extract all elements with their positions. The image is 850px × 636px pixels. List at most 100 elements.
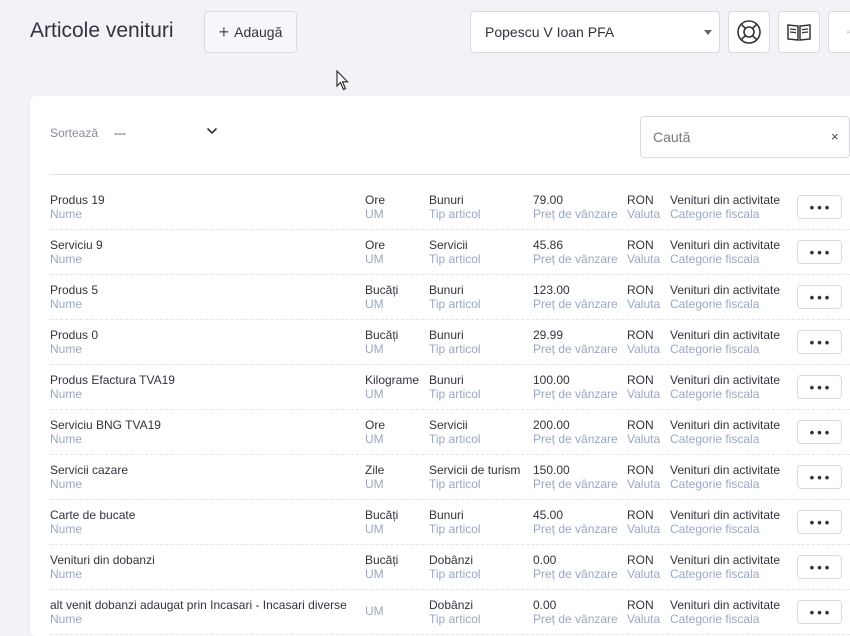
name-label: Nume <box>50 612 83 626</box>
chevron-down-icon[interactable] <box>206 127 218 135</box>
um-cell: UM <box>365 604 384 618</box>
category-label: Categorie fiscala <box>670 207 760 221</box>
guide-button[interactable] <box>778 11 820 53</box>
clear-search-icon[interactable]: × <box>831 129 839 144</box>
category-label: Categorie fiscala <box>670 387 760 401</box>
currency-value: RON <box>627 328 654 342</box>
name-value: alt venit dobanzi adaugat prin Incasari … <box>50 598 347 612</box>
table-row: Produs 5 Nume Bucăți UM Bunuri Tip artic… <box>50 275 850 320</box>
more-actions-button[interactable]: ••• <box>797 330 842 354</box>
more-actions-button[interactable]: ••• <box>797 600 842 624</box>
more-actions-button[interactable]: ••• <box>797 195 842 219</box>
name-label: Nume <box>50 252 83 266</box>
price-cell: 0.00 Preț de vânzare <box>533 598 618 626</box>
price-value: 150.00 <box>533 463 570 477</box>
table-row: Serviciu 9 Nume Ore UM Servicii Tip arti… <box>50 230 850 275</box>
category-value: Venituri din activitate <box>670 238 781 252</box>
name-cell: Produs 5 Nume <box>50 283 98 311</box>
price-cell: 29.99 Preț de vânzare <box>533 328 618 356</box>
currency-value: RON <box>627 373 654 387</box>
category-cell: Venituri din activitate Categorie fiscal… <box>670 553 780 581</box>
tip-label: Tip articol <box>429 567 481 581</box>
um-label: UM <box>365 342 384 356</box>
name-label: Nume <box>50 522 83 536</box>
add-button[interactable]: + Adaugă <box>204 11 297 53</box>
more-actions-button[interactable]: ••• <box>797 465 842 489</box>
price-label: Preț de vânzare <box>533 612 618 626</box>
price-value: 29.99 <box>533 328 564 342</box>
price-label: Preț de vânzare <box>533 387 618 401</box>
more-actions-button[interactable]: ••• <box>797 240 842 264</box>
um-label: UM <box>365 604 384 618</box>
price-value: 123.00 <box>533 283 570 297</box>
table-row: Venituri din dobanzi Nume Bucăți UM Dobâ… <box>50 545 850 590</box>
category-cell: Venituri din activitate Categorie fiscal… <box>670 238 780 266</box>
notifications-button[interactable] <box>828 11 850 53</box>
more-actions-button[interactable]: ••• <box>797 555 842 579</box>
category-label: Categorie fiscala <box>670 252 760 266</box>
price-cell: 200.00 Preț de vânzare <box>533 418 618 446</box>
tip-cell: Bunuri Tip articol <box>429 193 481 221</box>
um-label: UM <box>365 252 384 266</box>
table-row: Serviciu BNG TVA19 Nume Ore UM Servicii … <box>50 410 850 455</box>
um-cell: Kilograme UM <box>365 373 419 401</box>
category-cell: Venituri din activitate Categorie fiscal… <box>670 598 780 626</box>
um-value: Ore <box>365 193 386 207</box>
um-value: Bucăți <box>365 283 399 297</box>
price-label: Preț de vânzare <box>533 207 618 221</box>
currency-cell: RON Valuta <box>627 418 660 446</box>
um-cell: Bucăți UM <box>365 508 398 536</box>
um-value: Zile <box>365 463 385 477</box>
tip-value: Bunuri <box>429 283 464 297</box>
lifebuoy-icon <box>737 20 761 44</box>
currency-cell: RON Valuta <box>627 553 660 581</box>
tip-cell: Servicii de turism Tip articol <box>429 463 520 491</box>
currency-value: RON <box>627 508 654 522</box>
name-label: Nume <box>50 477 83 491</box>
name-value: Produs 19 <box>50 193 105 207</box>
more-actions-button[interactable]: ••• <box>797 510 842 534</box>
currency-label: Valuta <box>627 297 661 311</box>
category-cell: Venituri din activitate Categorie fiscal… <box>670 283 780 311</box>
caret-down-icon <box>704 30 712 35</box>
table-row: Carte de bucate Nume Bucăți UM Bunuri Ti… <box>50 500 850 545</box>
category-value: Venituri din activitate <box>670 283 781 297</box>
more-actions-button[interactable]: ••• <box>797 375 842 399</box>
more-actions-button[interactable]: ••• <box>797 285 842 309</box>
category-cell: Venituri din activitate Categorie fiscal… <box>670 508 780 536</box>
tip-label: Tip articol <box>429 297 481 311</box>
support-button[interactable] <box>728 11 770 53</box>
category-value: Venituri din activitate <box>670 463 781 477</box>
name-cell: Produs 0 Nume <box>50 328 98 356</box>
mouse-pointer-icon <box>336 70 349 91</box>
category-label: Categorie fiscala <box>670 297 760 311</box>
currency-value: RON <box>627 238 654 252</box>
um-value: Ore <box>365 418 386 432</box>
currency-label: Valuta <box>627 522 661 536</box>
category-label: Categorie fiscala <box>670 522 760 536</box>
page-title: Articole venituri <box>30 19 174 42</box>
price-cell: 45.00 Preț de vânzare <box>533 508 618 536</box>
category-label: Categorie fiscala <box>670 477 760 491</box>
more-dots-icon: ••• <box>809 424 833 440</box>
price-label: Preț de vânzare <box>533 297 618 311</box>
price-cell: 79.00 Preț de vânzare <box>533 193 618 221</box>
price-cell: 123.00 Preț de vânzare <box>533 283 618 311</box>
currency-cell: RON Valuta <box>627 598 660 626</box>
um-cell: Ore UM <box>365 418 385 446</box>
currency-cell: RON Valuta <box>627 283 660 311</box>
price-cell: 100.00 Preț de vânzare <box>533 373 618 401</box>
tip-value: Servicii <box>429 418 468 432</box>
currency-label: Valuta <box>627 477 661 491</box>
name-label: Nume <box>50 387 83 401</box>
more-actions-button[interactable]: ••• <box>797 420 842 444</box>
plus-icon: + <box>218 22 230 42</box>
company-select[interactable]: Popescu V Ioan PFA <box>470 11 720 53</box>
category-value: Venituri din activitate <box>670 598 781 612</box>
tip-cell: Bunuri Tip articol <box>429 373 481 401</box>
sort-select[interactable]: --- <box>114 126 126 140</box>
name-value: Carte de bucate <box>50 508 136 522</box>
search-input[interactable] <box>642 118 823 156</box>
category-label: Categorie fiscala <box>670 342 760 356</box>
category-value: Venituri din activitate <box>670 193 781 207</box>
